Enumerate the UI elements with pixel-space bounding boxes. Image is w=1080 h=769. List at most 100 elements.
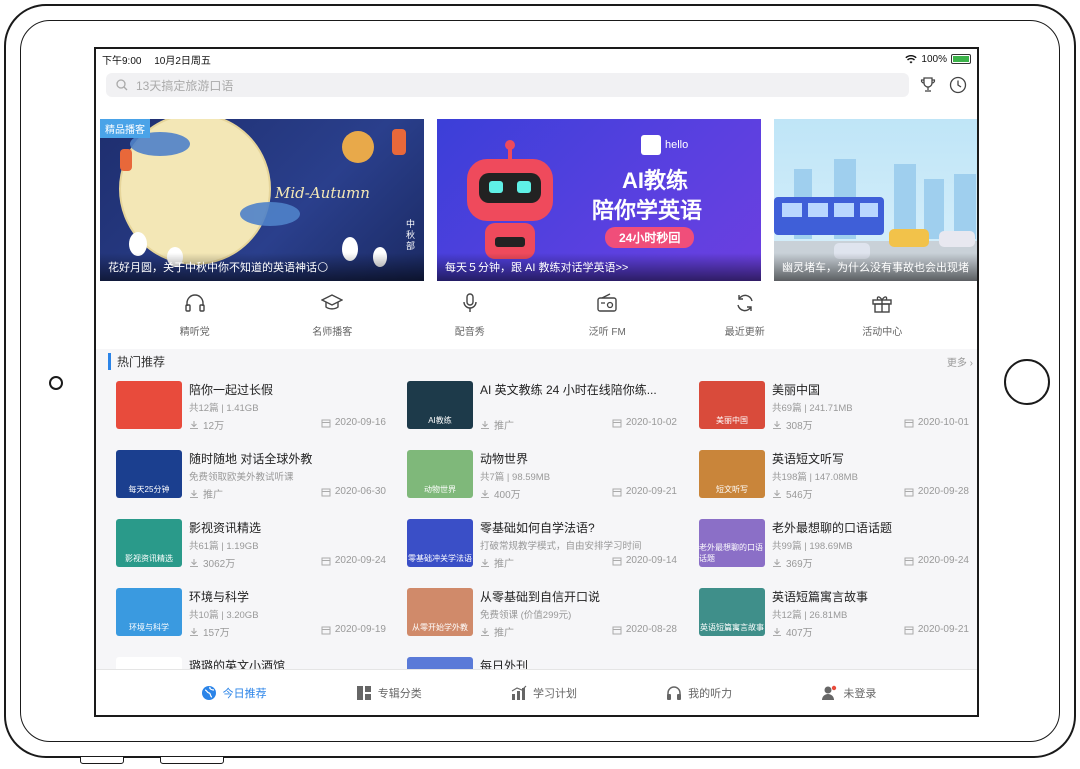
category-intensive-listening[interactable]: 精听党 xyxy=(145,287,245,347)
status-time: 下午9:00 xyxy=(102,55,142,67)
banner-caption: 每天５分钟，跟 AI 教练对话学英语>> xyxy=(437,253,761,281)
item-title: 英语短文听写 xyxy=(772,452,845,466)
chart-icon xyxy=(511,685,527,700)
item-title: 璐璐的英文小酒馆 xyxy=(189,659,286,669)
search-row: 13天搞定旅游口语 xyxy=(96,69,977,101)
list-item[interactable]: 每日外刊 xyxy=(407,649,677,669)
item-date-value: 2020-09-14 xyxy=(625,555,677,566)
category-label: 最近更新 xyxy=(724,327,765,338)
globe-icon xyxy=(201,685,216,700)
item-title: 美丽中国 xyxy=(772,383,821,397)
list-item[interactable]: 陪你一起过长假 共12篇 | 1.41GB 12万 2020-09-16 xyxy=(116,373,386,435)
album-thumbnail: 短文听写 xyxy=(699,450,765,498)
banner-art-text: Mid-Autumn xyxy=(275,184,370,202)
thumbnail-label: 英语短篇寓言故事 xyxy=(700,623,764,632)
download-icon xyxy=(773,420,781,429)
item-date-value: 2020-09-24 xyxy=(917,555,969,566)
category-fm[interactable]: 泛听 FM xyxy=(557,287,657,347)
category-events[interactable]: 活动中心 xyxy=(832,287,932,347)
calendar-icon xyxy=(321,419,331,427)
app-screen: 下午9:00 10月2日周五 100% 13天搞定旅游口语 精品播客 Mid-A… xyxy=(94,47,979,717)
download-icon xyxy=(481,489,489,498)
download-icon xyxy=(481,627,489,636)
tab-study-plan[interactable]: 学习计划 xyxy=(511,685,577,701)
more-link[interactable]: 更多 › xyxy=(947,354,973,369)
list-item[interactable]: 英语短篇寓言故事 英语短篇寓言故事 共12篇 | 26.81MB 407万 2020-0… xyxy=(699,580,969,642)
item-date: 2020-09-19 xyxy=(321,624,386,635)
volume-button xyxy=(80,756,124,764)
tab-today[interactable]: 今日推荐 xyxy=(201,685,267,701)
home-button[interactable] xyxy=(1004,359,1050,405)
list-item[interactable]: 璐璐的英文小酒馆 xyxy=(116,649,386,669)
list-item[interactable]: AI教练 AI 英文教练 24 小时在线陪你练... 推广 2020-10-02 xyxy=(407,373,677,435)
list-item[interactable]: 美丽中国 美丽中国 共69篇 | 241.71MB 308万 2020-10-01 xyxy=(699,373,969,435)
item-date-value: 2020-09-16 xyxy=(334,417,386,428)
list-item[interactable]: 短文听写 英语短文听写 共198篇 | 147.08MB 546万 2020-09-28 xyxy=(699,442,969,504)
banner-mid-autumn[interactable]: 精品播客 Mid-Autumn 中秋部 花好月圆，关于中秋中你不知道的英语神话🌕 xyxy=(100,119,424,281)
list-item[interactable]: 零基础冲关学法语 零基础如何自学法语? 打破常规教学模式，自由安排学习时间 推广 202… xyxy=(407,511,677,573)
banner-carousel: 精品播客 Mid-Autumn 中秋部 花好月圆，关于中秋中你不知道的英语神话🌕… xyxy=(96,119,977,281)
clock-icon xyxy=(949,76,967,94)
item-title: 零基础如何自学法语? xyxy=(480,521,595,535)
tab-label: 专辑分类 xyxy=(377,687,422,700)
item-stat-value: 推广 xyxy=(494,421,514,432)
item-date: 2020-09-16 xyxy=(321,417,386,428)
history-button[interactable] xyxy=(947,74,969,96)
list-item[interactable]: 老外最想聊的口语话题 老外最想聊的口语话题 共99篇 | 198.69MB 369万 2… xyxy=(699,511,969,573)
download-icon xyxy=(190,420,198,429)
tab-account[interactable]: 未登录 xyxy=(821,685,876,701)
banner-traffic[interactable]: 幽灵堵车，为什么没有事故也会出现堵 xyxy=(774,119,977,281)
banner-brand: hello xyxy=(665,139,689,151)
category-teacher-podcast[interactable]: 名师播客 xyxy=(282,287,382,347)
tab-label: 学习计划 xyxy=(532,687,577,700)
item-date: 2020-10-01 xyxy=(904,417,969,428)
section-header: 热门推荐 更多 › xyxy=(96,349,977,373)
item-title: 陪你一起过长假 xyxy=(189,383,274,397)
tab-my-listening[interactable]: 我的听力 xyxy=(666,685,732,701)
list-item[interactable]: 影视资讯精选 影视资讯精选 共61篇 | 1.19GB 3062万 2020-09-24 xyxy=(116,511,386,573)
banner-vertical-text: 中秋部 xyxy=(406,219,416,251)
calendar-icon xyxy=(321,488,331,496)
list-item[interactable]: 动物世界 动物世界 共7篇 | 98.59MB 400万 2020-09-21 xyxy=(407,442,677,504)
item-stat: 369万 xyxy=(772,555,813,570)
user-icon xyxy=(822,685,837,700)
search-icon xyxy=(116,79,128,91)
item-stat: 推广 xyxy=(480,555,514,570)
calendar-icon xyxy=(904,626,914,634)
camera xyxy=(49,376,63,390)
more-label: 更多 xyxy=(946,357,967,369)
item-stat: 407万 xyxy=(772,624,813,639)
battery-icon xyxy=(951,54,971,64)
radio-icon xyxy=(597,293,617,312)
trophy-button[interactable] xyxy=(917,74,939,96)
list-item[interactable]: 环境与科学 环境与科学 共10篇 | 3.20GB 157万 2020-09-19 xyxy=(116,580,386,642)
item-meta: 免费领取欧美外教试听课 xyxy=(189,472,294,483)
banner-ai-coach[interactable]: hello AI教练 陪你学英语 24小时秒回 每天５分钟，跟 AI 教练对话学… xyxy=(437,119,761,281)
item-stat-value: 407万 xyxy=(786,628,813,639)
list-item[interactable]: 每天25分钟 随时随地 对话全球外教 免费领取欧美外教试听课 推广 2020-06-30 xyxy=(116,442,386,504)
search-input[interactable]: 13天搞定旅游口语 xyxy=(106,73,909,97)
item-meta: 共12篇 | 26.81MB xyxy=(772,610,848,621)
category-label: 精听党 xyxy=(179,327,210,338)
album-thumbnail: 美丽中国 xyxy=(699,381,765,429)
headphone-icon xyxy=(667,685,682,700)
status-bar: 下午9:00 10月2日周五 100% xyxy=(96,49,977,69)
category-dubbing[interactable]: 配音秀 xyxy=(420,287,520,347)
calendar-icon xyxy=(904,419,914,427)
banner-headline-1: AI教练 xyxy=(622,168,689,193)
item-date: 2020-09-21 xyxy=(612,486,677,497)
section-title: 热门推荐 xyxy=(108,352,165,370)
item-stat-value: 推广 xyxy=(494,628,514,639)
calendar-icon xyxy=(612,419,622,427)
item-meta: 共12篇 | 1.41GB xyxy=(189,403,259,414)
list-item[interactable]: 从零开始学外教 从零基础到自信开口说 免费领课 (价值299元) 推广 2020-08-… xyxy=(407,580,677,642)
calendar-icon xyxy=(904,488,914,496)
category-recent-updates[interactable]: 最近更新 xyxy=(695,287,795,347)
status-date: 10月2日周五 xyxy=(154,55,211,67)
banner-cta-button[interactable]: 24小时秒回 xyxy=(605,227,695,248)
tab-categories[interactable]: 专辑分类 xyxy=(356,685,422,701)
item-stat-value: 400万 xyxy=(494,490,521,501)
album-thumbnail: 环境与科学 xyxy=(116,588,182,636)
category-label: 配音秀 xyxy=(454,327,485,338)
download-icon xyxy=(773,558,781,567)
